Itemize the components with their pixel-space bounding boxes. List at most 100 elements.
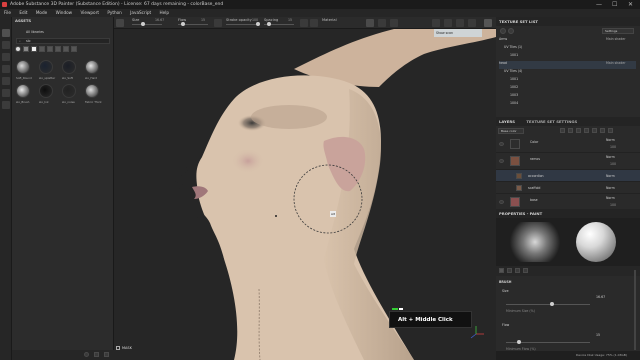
filter-environment-icon[interactable] — [71, 46, 77, 52]
shader-settings-dropdown[interactable]: Settings — [602, 28, 634, 34]
asset-thumbnail[interactable] — [16, 84, 30, 98]
layer-blend-mode[interactable]: Norm — [606, 186, 615, 190]
menu-window[interactable]: Window — [56, 10, 73, 15]
stroke-opacity-knob[interactable] — [256, 22, 260, 26]
layer-row[interactable]: Color Norm 100 — [496, 136, 640, 153]
brush-flow-slider[interactable] — [506, 340, 590, 344]
filter-material-icon[interactable] — [15, 46, 21, 52]
geometry-fill-icon[interactable] — [2, 65, 10, 73]
eye-icon[interactable] — [499, 159, 504, 163]
camera-icon[interactable] — [366, 19, 374, 27]
eraser-icon[interactable] — [2, 41, 10, 49]
stroke-opacity-slider[interactable] — [226, 22, 260, 26]
menu-help[interactable]: Help — [160, 10, 170, 15]
layer-blend-mode[interactable]: Norm — [606, 138, 615, 142]
solo-set-icon[interactable] — [508, 28, 514, 34]
asset-thumbnail[interactable] — [39, 60, 53, 74]
spacing-slider-knob[interactable] — [266, 22, 271, 26]
flow-slider[interactable] — [178, 22, 208, 26]
eye-icon[interactable] — [499, 200, 504, 204]
asset-thumbnail[interactable] — [62, 60, 76, 74]
color-picker-icon[interactable] — [2, 101, 10, 109]
material-tab-icon[interactable] — [523, 268, 528, 273]
more-options-icon[interactable] — [104, 352, 109, 357]
texture-set-item[interactable]: 1002 — [510, 85, 636, 93]
maximize-icon[interactable]: ☐ — [612, 0, 617, 9]
layer-row[interactable]: accordion Norm — [496, 170, 640, 182]
asset-thumbnail[interactable] — [62, 84, 76, 98]
size-slider[interactable] — [132, 22, 162, 26]
layer-opacity[interactable]: 100 — [610, 203, 616, 207]
filter-filter-icon[interactable] — [55, 46, 61, 52]
solo-icon[interactable] — [444, 19, 452, 27]
brush-preset-icon[interactable] — [116, 19, 124, 27]
add-effect-icon[interactable] — [560, 128, 565, 133]
library-selector[interactable]: All libraries — [26, 30, 44, 34]
visibility-icon[interactable] — [500, 28, 506, 34]
add-layer-icon[interactable] — [584, 128, 589, 133]
lazy-mouse-icon[interactable] — [300, 19, 308, 27]
layer-row[interactable]: scaffold Norm — [496, 182, 640, 194]
eye-icon[interactable] — [499, 142, 504, 146]
play-icon[interactable] — [432, 19, 440, 27]
layer-opacity[interactable]: 100 — [610, 162, 616, 166]
brush-flow-knob[interactable] — [516, 340, 521, 344]
layer-blend-mode[interactable]: Norm — [606, 174, 615, 178]
menu-javascript[interactable]: JavaScript — [130, 10, 151, 15]
flow-slider-knob[interactable] — [180, 22, 185, 26]
add-asset-icon[interactable] — [84, 352, 89, 357]
filter-texture-icon[interactable] — [47, 46, 53, 52]
paint-brush-icon[interactable] — [2, 29, 10, 37]
asset-thumbnail[interactable] — [85, 84, 99, 98]
pen-pressure-icon[interactable] — [214, 19, 222, 27]
channel-dropdown[interactable]: Base color — [498, 128, 524, 134]
brush-size-slider[interactable] — [506, 302, 590, 306]
grid-view-icon[interactable] — [456, 19, 464, 27]
mask-checkbox[interactable] — [116, 346, 120, 350]
spacing-slider[interactable] — [264, 22, 294, 26]
import-icon[interactable] — [94, 352, 99, 357]
size-slider-knob[interactable] — [140, 22, 145, 26]
measure-icon[interactable] — [378, 19, 386, 27]
duplicate-icon[interactable] — [600, 128, 605, 133]
add-folder-icon[interactable] — [592, 128, 597, 133]
asset-thumbnail[interactable] — [39, 84, 53, 98]
texture-set-item[interactable]: UV Tiles (1) — [504, 45, 636, 53]
add-fill-icon[interactable] — [576, 128, 581, 133]
layer-blend-mode[interactable]: Norm — [606, 155, 615, 159]
asset-search-input[interactable]: ⌕ slo — [16, 38, 110, 44]
asset-thumbnail[interactable] — [85, 60, 99, 74]
stencil-tab-icon[interactable] — [515, 268, 520, 273]
filter-smart-icon[interactable] — [23, 46, 29, 52]
mask-toggle[interactable]: MASK — [116, 344, 148, 352]
symmetry-icon[interactable] — [310, 19, 318, 27]
menu-python[interactable]: Python — [107, 10, 122, 15]
screenshot-icon[interactable] — [484, 19, 492, 27]
smudge-icon[interactable] — [2, 77, 10, 85]
texture-set-item[interactable]: UV Tiles (4) — [504, 69, 636, 77]
properties-scrollbar[interactable] — [634, 270, 636, 350]
texture-set-item[interactable]: Arms Main shader — [499, 37, 636, 45]
filter-brush-icon[interactable] — [31, 46, 37, 52]
add-mask-icon[interactable] — [568, 128, 573, 133]
alpha-tab-icon[interactable] — [507, 268, 512, 273]
texture-set-item[interactable]: head Main shader — [499, 61, 636, 69]
tab-texture-set-settings[interactable]: TEXTURE SET SETTINGS — [526, 119, 577, 124]
tab-layers[interactable]: LAYERS — [499, 119, 515, 124]
texture-set-item[interactable]: 1001 — [510, 77, 636, 85]
projection-icon[interactable] — [2, 53, 10, 61]
delete-layer-icon[interactable] — [608, 128, 613, 133]
filter-generator-icon[interactable] — [63, 46, 69, 52]
menu-viewport[interactable]: Viewport — [80, 10, 99, 15]
render-icon[interactable] — [390, 19, 398, 27]
layer-row[interactable]: ramos Norm 100 — [496, 153, 640, 170]
clone-icon[interactable] — [2, 89, 10, 97]
brush-size-knob[interactable] — [550, 302, 555, 306]
display-icon[interactable] — [468, 19, 476, 27]
menu-mode[interactable]: Mode — [36, 10, 47, 15]
minimize-icon[interactable]: — — [596, 0, 602, 9]
texture-set-item[interactable]: 1003 — [510, 93, 636, 101]
brush-tab-icon[interactable] — [499, 268, 504, 273]
menu-file[interactable]: File — [4, 10, 11, 15]
texture-set-item[interactable]: 1001 — [510, 53, 636, 61]
